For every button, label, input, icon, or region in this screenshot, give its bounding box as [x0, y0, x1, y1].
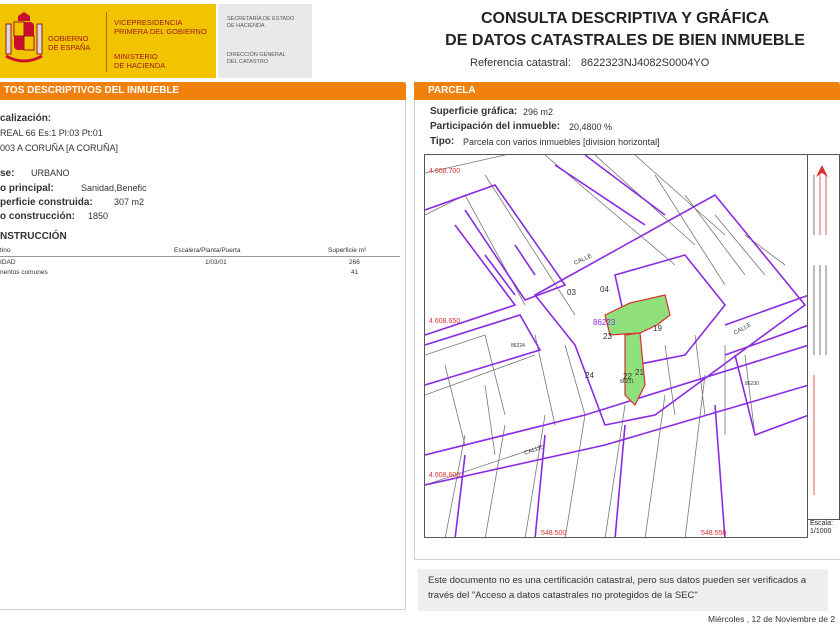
title-line1: CONSULTA DESCRIPTIVA Y GRÁFICA [480, 10, 769, 27]
participacion-value: 20,4800 % [569, 122, 613, 132]
referencia-catastral: Referencia catastral: 8622323NJ4082S0004Y… [470, 57, 709, 69]
parcel-number: 23 [603, 332, 612, 341]
tipo-value: Parcela con varios inmuebles [division h… [463, 137, 660, 147]
parcel-number: 21 [635, 368, 644, 377]
street-label: CALLE [524, 445, 544, 457]
table-header-escalera: Escalera/Planta/Puerta [174, 247, 241, 254]
table-rule [0, 256, 400, 257]
superficie-grafica-label: Superficie gráfica: [430, 106, 518, 117]
secretaria-block: Secretaría de Estado de Hacienda Direcci… [218, 4, 312, 78]
parcel-number: 03 [567, 288, 576, 297]
minis-line1: Ministerio [114, 52, 158, 61]
tipo-label: Tipo: [430, 136, 455, 147]
superficie-construida-label: perficie construida: [0, 197, 93, 208]
localizacion-line2: 003 A CORUÑA [A CORUÑA] [0, 143, 119, 153]
secretaria-label: Secretaría de Estado de Hacienda [227, 16, 307, 30]
construccion-label: NSTRUCCIÓN [0, 231, 67, 242]
block-code: 86231 [620, 379, 634, 385]
table-row-superficie: 266 [349, 259, 360, 266]
parcela-bar: PARCELA [414, 82, 840, 100]
disclaimer-note: Este documento no es una certificación c… [418, 569, 828, 611]
vice-line1: Vicepresidencia [114, 18, 183, 27]
disclaimer-line1: Este documento no es una certificación c… [428, 575, 807, 586]
localizacion-label: calización: [0, 113, 52, 124]
localizacion-line1: REAL 66 Es:1 Pl:03 Pt:01 [0, 128, 103, 138]
table-row-escalera: 1/03/01 [205, 259, 227, 266]
dir-line2: del Catastro [227, 59, 269, 65]
parcela-bar-label: PARCELA [428, 85, 476, 96]
coord-y-mid: 4.608.650 [429, 318, 460, 325]
government-logo-block: Gobierno de España Vicepresidencia Prime… [0, 4, 216, 78]
cadastral-map[interactable]: 4.608.700 4.608.650 4.608.600 548.500 54… [424, 154, 808, 538]
clase-label: se: [0, 168, 15, 179]
sec-line1: Secretaría de Estado [227, 16, 295, 22]
anio-construccion-label: o construcción: [0, 211, 76, 222]
map-svg: 4.608.700 4.608.650 4.608.600 548.500 54… [425, 155, 807, 537]
vice-line2: Primera del Gobierno [114, 27, 207, 36]
north-arrow-icon [816, 165, 828, 177]
direccion-label: Dirección General del Catastro [227, 52, 307, 66]
gobierno-line1: Gobierno [48, 34, 89, 43]
superficie-grafica-value: 296 m2 [523, 107, 554, 117]
gobierno-label: Gobierno de España [48, 34, 90, 52]
escala: Escala: 1/1000 [808, 520, 840, 538]
vicepresidencia-label: Vicepresidencia Primera del Gobierno [114, 18, 214, 36]
table-row-destino: IDAD [0, 259, 16, 266]
table-row-superficie: 41 [351, 269, 359, 276]
datos-descriptivos-bar: TOS DESCRIPTIVOS DEL INMUEBLE [0, 82, 406, 100]
ref-label: Referencia catastral: [470, 57, 571, 69]
parcel-code-label: 86223 [593, 318, 616, 327]
escala-value: 1/1000 [810, 528, 832, 535]
page-title: CONSULTA DESCRIPTIVA Y GRÁFICA DE DATOS … [430, 8, 820, 52]
table-header-destino: tino [0, 247, 11, 254]
map-legend [808, 154, 840, 520]
parcel-number: 04 [600, 285, 609, 294]
street-label: CALLE [733, 322, 752, 337]
parcel-number: 24 [585, 371, 594, 380]
legend-svg [813, 165, 828, 495]
escala-label: Escala: [810, 520, 833, 527]
disclaimer-line2: través del "Acceso a datos catastrales n… [428, 590, 698, 601]
coord-x-left: 548.500 [541, 530, 566, 537]
sec-line2: de Hacienda [227, 23, 265, 29]
minis-line2: de Hacienda [114, 61, 166, 70]
document-date: Miércoles , 12 de Noviembre de 2 [708, 614, 836, 624]
block-code: 86224 [511, 343, 525, 349]
table-header-superficie: Superficie m² [328, 247, 367, 254]
coord-x-right: 548.550 [701, 530, 726, 537]
uso-value: Sanidad,Benefic [81, 183, 147, 193]
participacion-label: Participación del inmueble: [430, 121, 561, 132]
ministerio-label: Ministerio de Hacienda [114, 52, 214, 70]
block-code: 86230 [745, 381, 759, 387]
coord-y-top: 4.608.700 [429, 168, 460, 175]
coord-y-low: 4.608.600 [429, 472, 460, 479]
coat-of-arms-icon [5, 12, 43, 63]
parcel-number: 19 [653, 324, 662, 333]
divider [106, 12, 107, 72]
datos-descriptivos-panel [0, 82, 406, 610]
table-row-destino: nentos comunes [0, 269, 48, 276]
dir-line1: Dirección General [227, 52, 286, 58]
ref-value: 8622323NJ4082S0004YO [580, 57, 710, 69]
datos-bar-label: TOS DESCRIPTIVOS DEL INMUEBLE [4, 85, 180, 96]
uso-label: o principal: [0, 183, 54, 194]
superficie-construida-value: 307 m2 [114, 197, 145, 207]
anio-construccion-value: 1850 [88, 211, 109, 221]
clase-value: URBANO [31, 168, 70, 178]
title-line2: DE DATOS CATASTRALES DE BIEN INMUEBLE [445, 32, 805, 49]
gobierno-line2: de España [48, 43, 91, 52]
